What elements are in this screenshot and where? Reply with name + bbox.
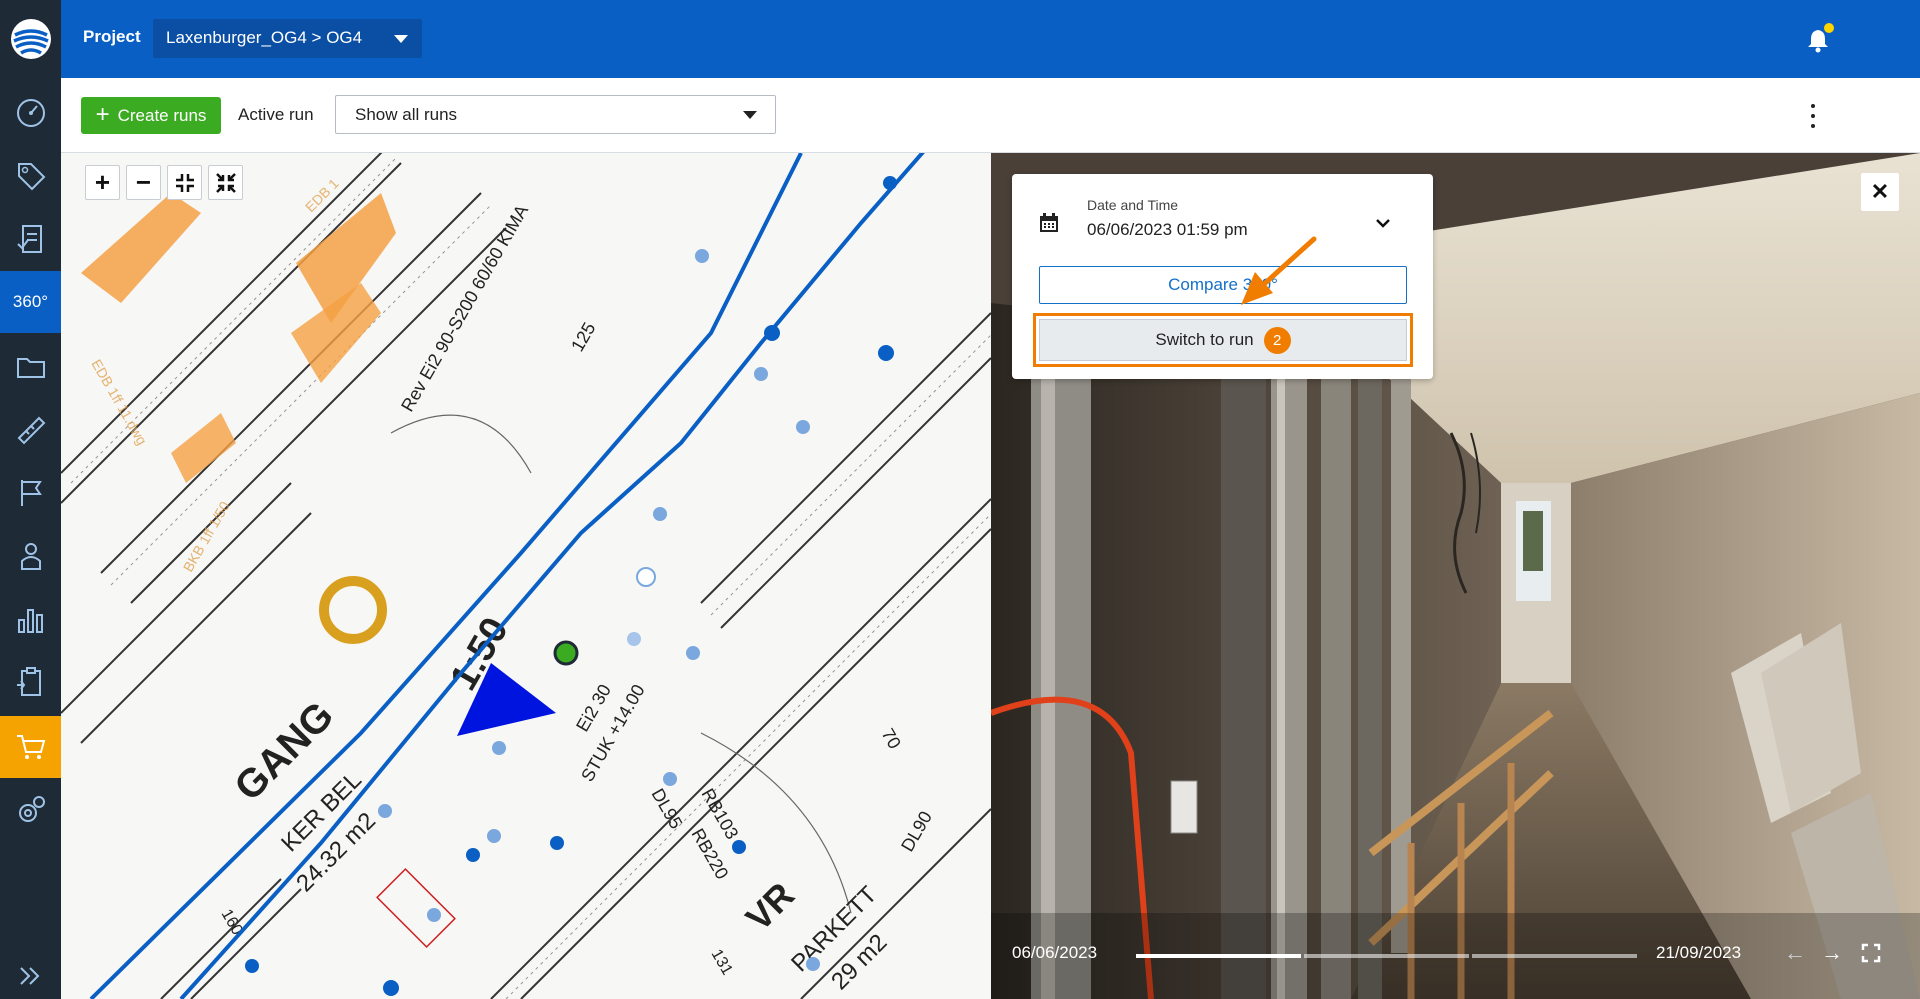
sidebar-item-folder[interactable] xyxy=(0,336,61,398)
cart-icon xyxy=(16,735,45,759)
timeline-start-date: 06/06/2023 xyxy=(1012,943,1098,962)
flag-icon xyxy=(20,480,42,506)
sidebar-item-dashboard[interactable] xyxy=(0,82,61,144)
clipboard-icon xyxy=(16,667,41,696)
folder-icon xyxy=(16,358,45,378)
sidebar-item-checklist[interactable] xyxy=(0,208,61,270)
expand-icon xyxy=(19,967,39,985)
timeline: 06/06/2023 21/09/2023 ← → xyxy=(991,940,1920,993)
top-bar: Project Laxenburger_OG4 > OG4 xyxy=(61,0,1920,78)
sidebar: 360° xyxy=(0,0,61,999)
switch-to-run-label: Switch to run xyxy=(1155,330,1254,349)
sidebar-item-tags[interactable] xyxy=(0,145,61,207)
floor-plan-drawing: EDB 1ff 11.dwg BKB 1ff 1/50 EDB 1 GANG 1… xyxy=(61,153,991,999)
date-time-label: Date and Time xyxy=(1087,197,1179,213)
logo[interactable] xyxy=(0,0,61,78)
timeline-segment-3[interactable] xyxy=(1472,954,1637,958)
sidebar-item-360[interactable]: 360° xyxy=(0,271,61,333)
sidebar-item-360-label: 360° xyxy=(12,292,49,311)
date-time-value: 06/06/2023 01:59 pm xyxy=(1087,220,1248,239)
zoom-out-button[interactable]: − xyxy=(126,165,161,200)
sidebar-item-analytics[interactable] xyxy=(0,588,61,650)
create-runs-button[interactable]: + Create runs xyxy=(81,97,221,134)
settings-icon xyxy=(18,796,45,822)
panorama-viewer[interactable]: ✕ Date and Time 06/06/2023 01:59 pm Comp… xyxy=(991,153,1920,999)
project-selector[interactable]: Laxenburger_OG4 > OG4 xyxy=(153,19,422,58)
active-run-select-value: Show all runs xyxy=(355,105,458,124)
project-label: Project xyxy=(83,27,141,46)
chart-icon xyxy=(17,609,43,633)
logo-icon xyxy=(10,19,51,59)
sidebar-item-flag[interactable] xyxy=(0,462,61,524)
sidebar-item-clipboard[interactable] xyxy=(0,651,61,713)
tag-icon xyxy=(17,163,45,191)
sidebar-item-cart[interactable] xyxy=(0,716,61,778)
floor-plan-map[interactable]: EDB 1ff 11.dwg BKB 1ff 1/50 EDB 1 GANG 1… xyxy=(61,153,991,999)
dashboard-icon xyxy=(16,99,45,127)
caret-down-icon xyxy=(394,35,408,43)
project-selector-value: Laxenburger_OG4 > OG4 xyxy=(166,28,363,47)
zoom-in-button[interactable]: + xyxy=(85,165,120,200)
more-options-icon[interactable] xyxy=(1808,104,1818,128)
fullscreen-map-button[interactable] xyxy=(208,165,243,200)
compare-360-button[interactable]: Compare 360° xyxy=(1039,266,1407,304)
checklist-icon xyxy=(16,225,42,253)
plus-icon: + xyxy=(95,100,110,128)
close-panorama-button[interactable]: ✕ xyxy=(1861,173,1899,211)
app-root: 360° Project Laxenburger_OG4 > OG4 + Cre… xyxy=(0,0,1920,999)
shrink-icon xyxy=(215,172,236,193)
sidebar-expand[interactable] xyxy=(0,945,61,999)
compress-icon xyxy=(175,173,194,192)
active-run-label: Active run xyxy=(238,105,314,124)
toolbar: + Create runs Active run Show all runs xyxy=(61,78,1920,153)
sidebar-item-person[interactable] xyxy=(0,525,61,587)
fullscreen-icon[interactable] xyxy=(1861,943,1881,963)
notification-dot xyxy=(1824,23,1834,33)
sidebar-item-settings[interactable] xyxy=(0,779,61,841)
zoom-controls: + − xyxy=(85,165,243,200)
timeline-segment-2[interactable] xyxy=(1304,954,1469,958)
switch-to-run-button[interactable]: Switch to run 2 xyxy=(1039,319,1407,361)
timeline-end-date: 21/09/2023 xyxy=(1656,943,1742,962)
next-arrow-icon[interactable]: → xyxy=(1821,940,1843,966)
person-icon xyxy=(20,543,41,570)
step-badge: 2 xyxy=(1263,326,1291,354)
measure-icon xyxy=(17,416,45,445)
caret-down-icon xyxy=(743,111,757,119)
active-run-select[interactable]: Show all runs xyxy=(335,95,776,134)
date-time-panel: Date and Time 06/06/2023 01:59 pm Compar… xyxy=(1012,174,1433,379)
chevron-down-icon[interactable] xyxy=(1374,214,1392,232)
sidebar-item-measure[interactable] xyxy=(0,399,61,461)
previous-arrow-icon[interactable]: ← xyxy=(1784,940,1806,966)
calendar-icon xyxy=(1040,213,1058,232)
create-runs-label: Create runs xyxy=(117,105,207,125)
timeline-segment-1[interactable] xyxy=(1136,954,1301,958)
fit-view-button[interactable] xyxy=(167,165,202,200)
